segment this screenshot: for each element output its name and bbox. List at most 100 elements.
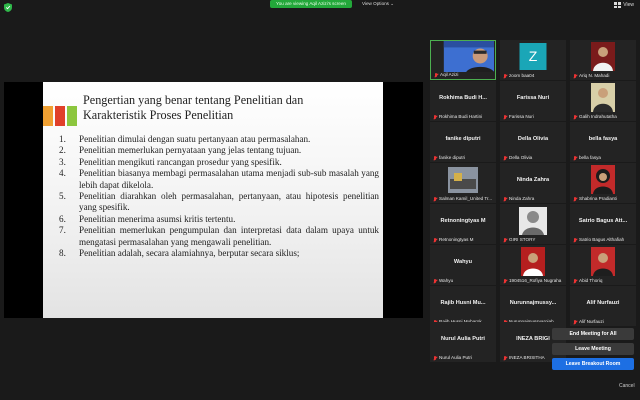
view-button[interactable]: View xyxy=(614,1,634,9)
participant-tile-salman[interactable]: Salman Kamil_United Tr... xyxy=(430,163,496,203)
participant-tile-shabrina[interactable]: Shabrina Pradianti xyxy=(570,163,636,203)
shared-screen[interactable]: Pengertian yang benar tentang Penelitian… xyxy=(4,82,423,318)
mic-muted-icon xyxy=(433,196,437,202)
participant-tile-alif[interactable]: Alif Nurfauzi Alif Nurfauzi xyxy=(570,286,636,326)
participant-name: Nurul Aulia Putri xyxy=(430,354,496,362)
profile-photo xyxy=(591,165,615,194)
slide-list-item: 8. Penelitian adalah, secara alamiahnya, … xyxy=(59,248,300,259)
participant-name: Wahyu xyxy=(430,277,496,285)
slide-list-item: 7. Penelitian memerlukan pengumpulan dan … xyxy=(59,225,379,247)
participant-display-name: Nurul Aulia Putri xyxy=(441,336,485,342)
mic-muted-icon xyxy=(433,114,437,120)
profile-photo xyxy=(521,247,545,276)
participant-name: 1904516_Rofiya Nugraha xyxy=(500,277,566,285)
mic-muted-icon xyxy=(503,355,507,361)
participant-tile-ariq[interactable]: Ariq N. Mahadi xyxy=(570,40,636,80)
participant-name: Ariq N. Mahadi xyxy=(570,72,636,80)
participant-tile-nurul[interactable]: Nurul Aulia Putri Nurul Aulia Putri xyxy=(430,322,496,362)
mic-muted-icon xyxy=(573,155,577,161)
mic-muted-icon xyxy=(503,73,507,79)
participant-tile-rajib[interactable]: Rajib Husni Mu... Rajib Husni Mubarok xyxy=(430,286,496,326)
participant-tile-galih[interactable]: Galih Indrahutatha xyxy=(570,81,636,121)
participant-name: Ninda Zahra xyxy=(500,195,566,203)
mic-muted-icon xyxy=(573,278,577,284)
participant-tile-abid[interactable]: Abid Thoriq xyxy=(570,245,636,285)
end-meeting-for-all-button[interactable]: End Meeting for All xyxy=(552,328,634,340)
participant-name: Farissa Nuri xyxy=(500,113,566,121)
participant-name: fanike diputri xyxy=(430,154,496,162)
participant-tile-aqil[interactable]: Aqil Azizi xyxy=(430,40,496,80)
gallery-grid-icon xyxy=(614,2,622,8)
participant-tile-satrio[interactable]: Satrio Bagus Att... Satrio Bagus Althafi… xyxy=(570,204,636,244)
participant-name: Abid Thoriq xyxy=(570,277,636,285)
mic-muted-icon xyxy=(433,155,437,161)
participant-name: Retnoningtyas M xyxy=(430,236,496,244)
avatar: Z xyxy=(519,43,547,70)
leave-breakout-room-button[interactable]: Leave Breakout Room xyxy=(552,358,634,370)
participant-name: GIRI STORY xyxy=(500,236,566,244)
profile-photo xyxy=(591,42,615,71)
slide-list-item: 5. Penelitian diarahkan oleh permasalahan… xyxy=(59,191,379,213)
participant-name: zoom baa04 xyxy=(500,72,566,80)
slide-title: Pengertian yang benar tentang Penelitian… xyxy=(83,93,304,122)
participant-display-name: Farissa Nuri xyxy=(516,95,550,101)
view-button-label: View xyxy=(623,2,634,8)
mic-muted-icon xyxy=(503,196,507,202)
slide-list-item: 2. Penelitian memerlukan pernyataan yang … xyxy=(59,145,302,156)
participant-display-name: Nurunnajmussy... xyxy=(509,300,557,306)
slide-list-item: 3. Penelitian mengikuti rancangan prosedu… xyxy=(59,156,282,167)
participant-tile-farissa[interactable]: Farissa Nuri Farissa Nuri xyxy=(500,81,566,121)
participant-tile-rofiya[interactable]: 1904516_Rofiya Nugraha xyxy=(500,245,566,285)
mic-muted-icon xyxy=(503,155,507,161)
mic-muted-icon xyxy=(573,114,577,120)
participant-tile-zoom[interactable]: Z zoom baa04 xyxy=(500,40,566,80)
mic-muted-icon xyxy=(503,114,507,120)
participant-display-name: Retnoningtyas M xyxy=(440,218,486,224)
participant-tile-fanike[interactable]: fanike diputri fanike diputri xyxy=(430,122,496,162)
slide-list: 1. Penelitian dimulai dengan suatu pertan… xyxy=(59,134,379,259)
slide-list-item: 6. Penelitian menerima asumsi kritis tert… xyxy=(59,213,236,224)
security-shield-icon[interactable] xyxy=(4,3,12,12)
slide-list-item: 4. Penelitian biasanya membagi permasalah… xyxy=(59,168,379,190)
participant-display-name: Wahyu xyxy=(453,259,473,265)
cancel-button[interactable]: Cancel xyxy=(619,383,635,389)
participant-display-name: Della Olivia xyxy=(517,136,549,142)
zoom-meeting-window: You are viewing Aqil Azizi's screen View… xyxy=(0,0,640,400)
mic-muted-icon xyxy=(433,355,437,361)
participant-name: bella fasya xyxy=(570,154,636,162)
participant-name: Salman Kamil_United Tr... xyxy=(430,195,496,203)
participant-tile-della[interactable]: Della Olivia Della Olivia xyxy=(500,122,566,162)
participant-display-name: Ninda Zahra xyxy=(516,177,550,183)
participant-tile-wahyu[interactable]: Wahyu Wahyu xyxy=(430,245,496,285)
participant-tile-bella[interactable]: bella fasya bella fasya xyxy=(570,122,636,162)
slide-list-item: 1. Penelitian dimulai dengan suatu pertan… xyxy=(59,134,311,144)
slide-decoration-bars xyxy=(43,106,77,126)
participant-display-name: fanike diputri xyxy=(445,136,481,142)
participant-tile-ninda[interactable]: Ninda Zahra Ninda Zahra xyxy=(500,163,566,203)
participant-tile-rokhima[interactable]: Rokhima Budi H... Rokhima Budi Hartini xyxy=(430,81,496,121)
participant-name: Rokhima Budi Hartini xyxy=(430,113,496,121)
participant-video xyxy=(443,41,494,72)
profile-photo xyxy=(519,207,547,235)
participant-tile-retno[interactable]: Retnoningtyas M Retnoningtyas M xyxy=(430,204,496,244)
participant-display-name: Rokhima Budi H... xyxy=(439,95,487,101)
participant-tile-nurunna[interactable]: Nurunnajmussy... Nurunnajmussyarojah xyxy=(500,286,566,326)
participant-display-name: bella fasya xyxy=(588,136,618,142)
participant-name: Alif Nurfauzi xyxy=(570,318,636,326)
mic-muted-icon xyxy=(503,278,507,284)
profile-photo xyxy=(448,167,478,193)
participant-tile-giri[interactable]: GIRI STORY xyxy=(500,204,566,244)
profile-photo xyxy=(591,247,615,276)
mic-muted-icon xyxy=(434,72,438,78)
participant-name: Shabrina Pradianti xyxy=(570,195,636,203)
mic-muted-icon xyxy=(573,73,577,79)
participant-display-name: Alif Nurfauzi xyxy=(586,300,620,306)
mic-muted-icon xyxy=(573,319,577,325)
mic-muted-icon xyxy=(573,237,577,243)
leave-meeting-button[interactable]: Leave Meeting xyxy=(552,343,634,355)
mic-muted-icon xyxy=(503,237,507,243)
profile-photo xyxy=(591,83,615,112)
view-options-menu[interactable]: View Options ⌄ xyxy=(362,0,394,8)
mic-muted-icon xyxy=(573,196,577,202)
participant-name: Aqil Azizi xyxy=(431,71,495,79)
